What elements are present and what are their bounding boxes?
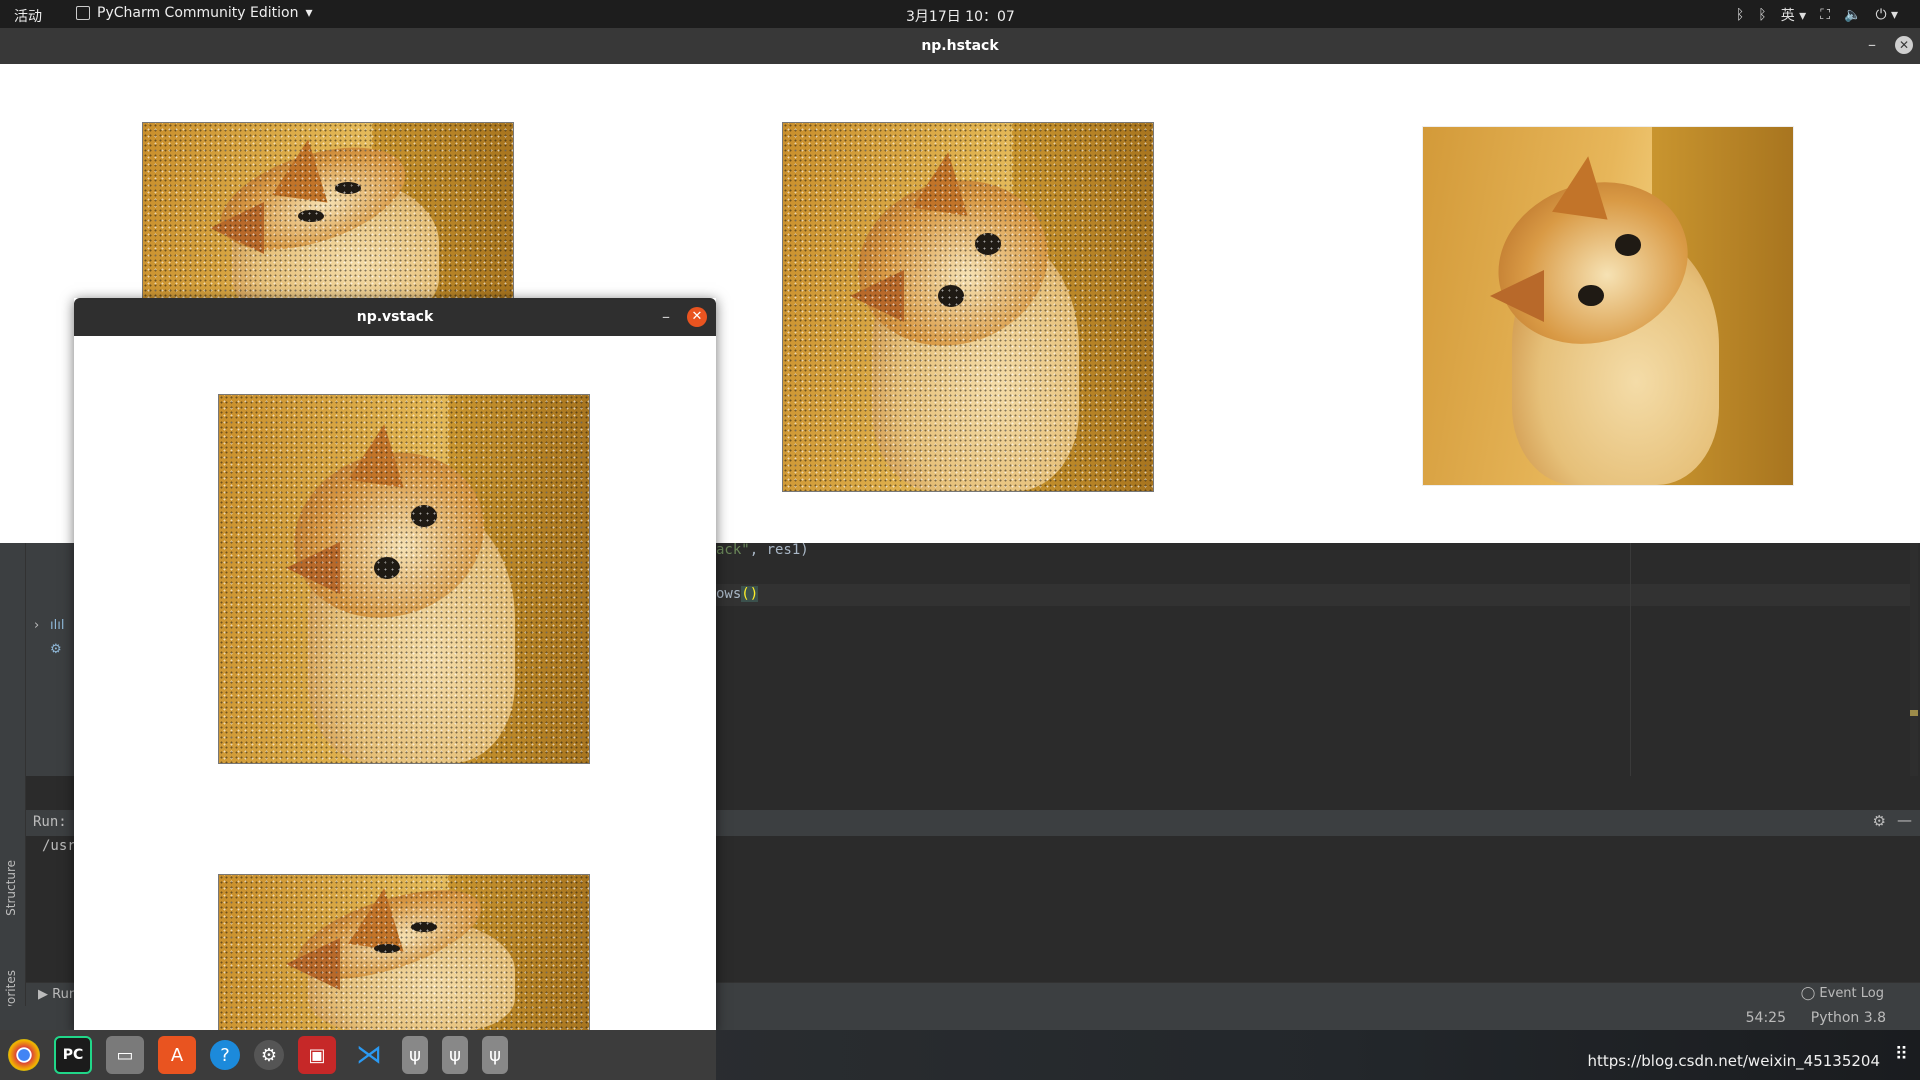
scratches-icon: ⚙ bbox=[50, 642, 62, 657]
event-log-button[interactable]: ◯ Event Log bbox=[1801, 986, 1884, 1001]
bluetooth-icon[interactable]: ᛒ bbox=[1736, 7, 1744, 23]
close-button[interactable]: ✕ bbox=[687, 307, 707, 327]
usb-drive-icon-2[interactable]: ψ bbox=[442, 1036, 468, 1074]
original-cat-image bbox=[1422, 126, 1794, 486]
usb-drive-icon[interactable]: ψ bbox=[402, 1036, 428, 1074]
csdn-watermark: https://blog.csdn.net/weixin_45135204 bbox=[1587, 1052, 1880, 1070]
dock: PC ▭ A ? ⚙ ▣ ⋊ ψ ψ ψ bbox=[0, 1030, 716, 1080]
bluetooth-icon-2[interactable]: ᛒ bbox=[1758, 7, 1766, 23]
power-icon[interactable]: ⏻ ▾ bbox=[1875, 7, 1898, 23]
code-string: ack" bbox=[716, 542, 750, 558]
gear-icon[interactable]: ⚙ bbox=[1873, 812, 1886, 830]
code-line: ows() bbox=[716, 586, 759, 602]
minimize-panel-icon[interactable]: — bbox=[1897, 811, 1912, 829]
code-text: , res1) bbox=[749, 542, 809, 558]
tree-expand-icon[interactable]: › bbox=[34, 618, 39, 633]
noisy-cat-image-2 bbox=[782, 122, 1154, 492]
vstack-window: np.vstack – ✕ bbox=[74, 298, 716, 1032]
minimize-button[interactable]: – bbox=[1868, 35, 1876, 54]
app-menu-label: PyCharm Community Edition bbox=[97, 5, 299, 21]
search-icon: ◯ bbox=[1800, 986, 1816, 1001]
cursor-position[interactable]: 54:25 bbox=[1746, 1010, 1786, 1026]
system-tray: ᛒ ᛒ 英 ▾ ⛶ 🔈 ⏻ ▾ bbox=[1736, 5, 1898, 25]
run-tool-button[interactable]: ▶ Run bbox=[38, 987, 77, 1002]
run-command-path: /usr bbox=[42, 838, 76, 854]
help-icon[interactable]: ? bbox=[210, 1040, 240, 1070]
app-menu[interactable]: PyCharm Community Edition ▾ bbox=[76, 5, 313, 21]
settings-icon[interactable]: ⚙ bbox=[254, 1040, 284, 1070]
activities-button[interactable]: 活动 bbox=[14, 6, 42, 26]
usb-drive-icon-3[interactable]: ψ bbox=[482, 1036, 508, 1074]
run-label: Run: bbox=[33, 814, 67, 830]
files-icon[interactable]: ▭ bbox=[106, 1036, 144, 1074]
input-method-indicator[interactable]: 英 ▾ bbox=[1781, 5, 1806, 25]
code-paren: () bbox=[741, 586, 759, 602]
noisy-cat-image-top bbox=[218, 394, 590, 764]
volume-icon[interactable]: 🔈 bbox=[1844, 7, 1861, 23]
structure-tab[interactable]: Structure bbox=[4, 860, 18, 916]
screenshot-icon[interactable]: ▣ bbox=[298, 1036, 336, 1074]
hstack-window-title: np.hstack bbox=[921, 38, 999, 54]
right-margin-guide bbox=[1630, 540, 1631, 776]
app-grid-icon[interactable]: ⠿ bbox=[1895, 1044, 1908, 1065]
minimize-button[interactable]: – bbox=[662, 307, 670, 326]
input-method-label: 英 bbox=[1780, 8, 1795, 24]
pycharm-icon[interactable]: PC bbox=[54, 1036, 92, 1074]
code-editor[interactable]: ack", res1) ows() bbox=[716, 540, 1920, 776]
network-icon[interactable]: ⛶ bbox=[1820, 7, 1830, 23]
scroll-marker bbox=[1910, 710, 1918, 716]
noisy-cat-image-bottom bbox=[218, 874, 590, 1032]
taskbar: PC ▭ A ? ⚙ ▣ ⋊ ψ ψ ψ https://blog.csdn.n… bbox=[0, 1030, 1920, 1080]
left-tool-strip bbox=[0, 540, 26, 1030]
vscode-icon[interactable]: ⋊ bbox=[350, 1036, 388, 1074]
current-line-highlight bbox=[716, 584, 1910, 606]
system-top-bar: 活动 PyCharm Community Edition ▾ 3月17日 10：… bbox=[0, 0, 1920, 28]
event-log-label: Event Log bbox=[1819, 986, 1884, 1001]
bar-chart-icon: ılıl bbox=[50, 618, 65, 633]
chrome-icon[interactable] bbox=[8, 1039, 40, 1071]
code-text: ows bbox=[716, 586, 742, 602]
python-interpreter[interactable]: Python 3.8 bbox=[1811, 1010, 1886, 1026]
pycharm-small-icon bbox=[76, 6, 90, 20]
code-line: ack", res1) bbox=[716, 542, 809, 558]
software-center-icon[interactable]: A bbox=[158, 1036, 196, 1074]
noisy-cat-image-1 bbox=[142, 122, 514, 322]
chevron-down-icon: ▾ bbox=[305, 5, 313, 21]
vstack-window-title: np.vstack bbox=[356, 309, 434, 325]
play-icon: ▶ bbox=[38, 987, 48, 1002]
editor-scrollbar[interactable] bbox=[1910, 540, 1918, 776]
close-button[interactable]: ✕ bbox=[1895, 36, 1913, 54]
clock[interactable]: 3月17日 10：07 bbox=[906, 6, 1015, 26]
